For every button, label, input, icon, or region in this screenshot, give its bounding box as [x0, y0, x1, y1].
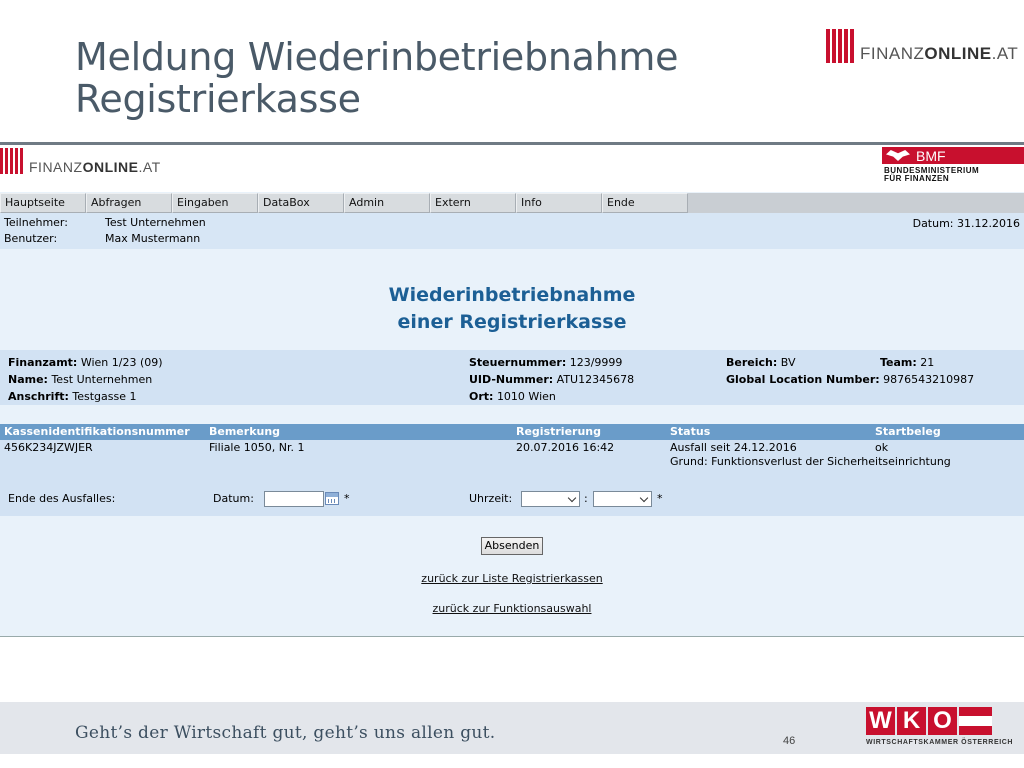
logo-text-bold: ONLINE: [924, 44, 992, 63]
time-required-mark: *: [657, 492, 663, 505]
participant-label: Teilnehmer:: [4, 216, 68, 229]
gln-label: Global Location Number:: [726, 373, 880, 386]
col-header-status: Status: [670, 425, 711, 438]
form-title-line-2: einer Registrierkasse: [397, 311, 627, 333]
col-header-remark: Bemerkung: [209, 425, 281, 438]
bmf-logo: BMF BUNDESMINISTERIUM FÜR FINANZEN: [882, 147, 1024, 183]
finanzamt-label: Finanzamt:: [8, 356, 78, 369]
anschrift-value: Testgasse 1: [72, 390, 137, 403]
menu-item-info[interactable]: Info: [516, 193, 602, 213]
wko-letter-w: W: [866, 707, 895, 735]
ort-label: Ort:: [469, 390, 494, 403]
submit-button[interactable]: Absenden: [481, 537, 543, 555]
wko-letter-k: K: [897, 707, 926, 735]
page-number: 46: [783, 735, 796, 747]
app-logo-text-light: FINANZ: [29, 159, 83, 175]
cell-startbeleg: ok: [875, 441, 889, 454]
status-line-2: Grund: Funktionsverlust der Sicherheitse…: [670, 455, 951, 468]
slide-title-line-2: Registrierkasse: [75, 77, 361, 121]
slide-title-line-1: Meldung Wiederinbetriebnahme: [75, 35, 679, 79]
finanzamt-value: Wien 1/23 (09): [80, 356, 163, 369]
calendar-icon[interactable]: [325, 492, 339, 505]
anschrift-label: Anschrift:: [8, 390, 69, 403]
uid-label: UID-Nummer:: [469, 373, 554, 386]
time-label: Uhrzeit:: [469, 492, 513, 505]
bereich-value: BV: [780, 356, 796, 369]
user-value: Max Mustermann: [105, 232, 201, 245]
col-header-registration: Registrierung: [516, 425, 601, 438]
cell-remark: Filiale 1050, Nr. 1: [209, 441, 305, 454]
date-label: Datum:: [213, 492, 254, 505]
wko-logo: W K O WIRTSCHAFTSKAMMER ÖSTERREICH: [866, 707, 1013, 746]
menu-item-admin[interactable]: Admin: [344, 193, 430, 213]
team-value: 21: [920, 356, 935, 369]
ort-value: 1010 Wien: [496, 390, 556, 403]
logo-text-light: FINANZ: [860, 44, 925, 63]
taxpayer-info: Finanzamt: Wien 1/23 (09) Name: Test Unt…: [0, 350, 1024, 405]
menu-item-databox[interactable]: DataBox: [258, 193, 344, 213]
failure-end-row: Ende des Ausfalles: Datum: * Uhrzeit: : …: [0, 482, 1024, 516]
current-date: Datum: 31.12.2016: [912, 217, 1020, 230]
name-label: Name:: [8, 373, 48, 386]
bereich-label: Bereich:: [726, 356, 778, 369]
col-header-id: Kassenidentifikationsnummer: [4, 425, 190, 438]
wko-subtitle: WIRTSCHAFTSKAMMER ÖSTERREICH: [866, 739, 1014, 746]
user-info-bar: Teilnehmer: Test Unternehmen Benutzer: M…: [0, 213, 1024, 249]
table-header: Kassenidentifikationsnummer Bemerkung Re…: [0, 424, 1024, 440]
link-back-to-functions[interactable]: zurück zur Funktionsauswahl: [0, 602, 1024, 615]
eagle-icon: [886, 150, 910, 161]
app-header: FINANZONLINE.AT BMF BUNDESMINISTERIUM FÜ…: [0, 145, 1024, 192]
bmf-line-2: FÜR FINANZEN: [884, 174, 950, 183]
footer-slogan: Geht’s der Wirtschaft gut, geht’s uns al…: [75, 723, 496, 743]
wko-letter-o: O: [928, 707, 957, 735]
menu-item-extern[interactable]: Extern: [430, 193, 516, 213]
menu-item-eingaben[interactable]: Eingaben: [172, 193, 258, 213]
failure-end-label: Ende des Ausfalles:: [8, 492, 116, 505]
col-header-startbeleg: Startbeleg: [875, 425, 941, 438]
user-label: Benutzer:: [4, 232, 58, 245]
cell-status: Ausfall seit 24.12.2016 Grund: Funktions…: [670, 441, 951, 469]
bmf-short: BMF: [916, 147, 946, 164]
time-separator: :: [584, 492, 588, 505]
hour-select[interactable]: [521, 491, 580, 507]
finanzonline-bars-icon: [826, 29, 856, 63]
menu-item-hauptseite[interactable]: Hauptseite: [0, 193, 86, 213]
link-back-to-list[interactable]: zurück zur Liste Registrierkassen: [0, 572, 1024, 585]
form-title-line-1: Wiederinbetriebnahme: [388, 284, 636, 306]
date-input[interactable]: [264, 491, 324, 507]
participant-value: Test Unternehmen: [105, 216, 206, 229]
team-label: Team:: [880, 356, 917, 369]
app-screenshot: FINANZONLINE.AT BMF BUNDESMINISTERIUM FÜ…: [0, 145, 1024, 637]
austria-flag-icon: [959, 707, 992, 735]
date-required-mark: *: [344, 492, 350, 505]
cell-registered: 20.07.2016 16:42: [516, 441, 615, 454]
slide-title: Meldung Wiederinbetriebnahme Registrierk…: [75, 36, 775, 120]
app-finanzonline-logo[interactable]: FINANZONLINE.AT: [0, 147, 161, 175]
cell-id: 456K234JZWJER: [4, 441, 93, 454]
minute-select[interactable]: [593, 491, 652, 507]
finanzonline-bars-icon: [0, 148, 25, 174]
finanzonline-logo: FINANZONLINE.AT: [826, 28, 1018, 64]
status-line-1: Ausfall seit 24.12.2016: [670, 441, 797, 454]
steuernummer-label: Steuernummer:: [469, 356, 567, 369]
uid-value: ATU12345678: [556, 373, 635, 386]
app-logo-text-bold: ONLINE: [82, 159, 139, 175]
form-title: Wiederinbetriebnahme einer Registrierkas…: [0, 282, 1024, 336]
menu-item-abfragen[interactable]: Abfragen: [86, 193, 172, 213]
app-logo-text-suffix: .AT: [138, 159, 161, 175]
menu-item-ende[interactable]: Ende: [602, 193, 688, 213]
logo-text-suffix: .AT: [991, 44, 1019, 63]
gln-value: 9876543210987: [883, 373, 975, 386]
name-value: Test Unternehmen: [51, 373, 153, 386]
main-menu: Hauptseite Abfragen Eingaben DataBox Adm…: [0, 193, 1024, 213]
steuernummer-value: 123/9999: [569, 356, 623, 369]
